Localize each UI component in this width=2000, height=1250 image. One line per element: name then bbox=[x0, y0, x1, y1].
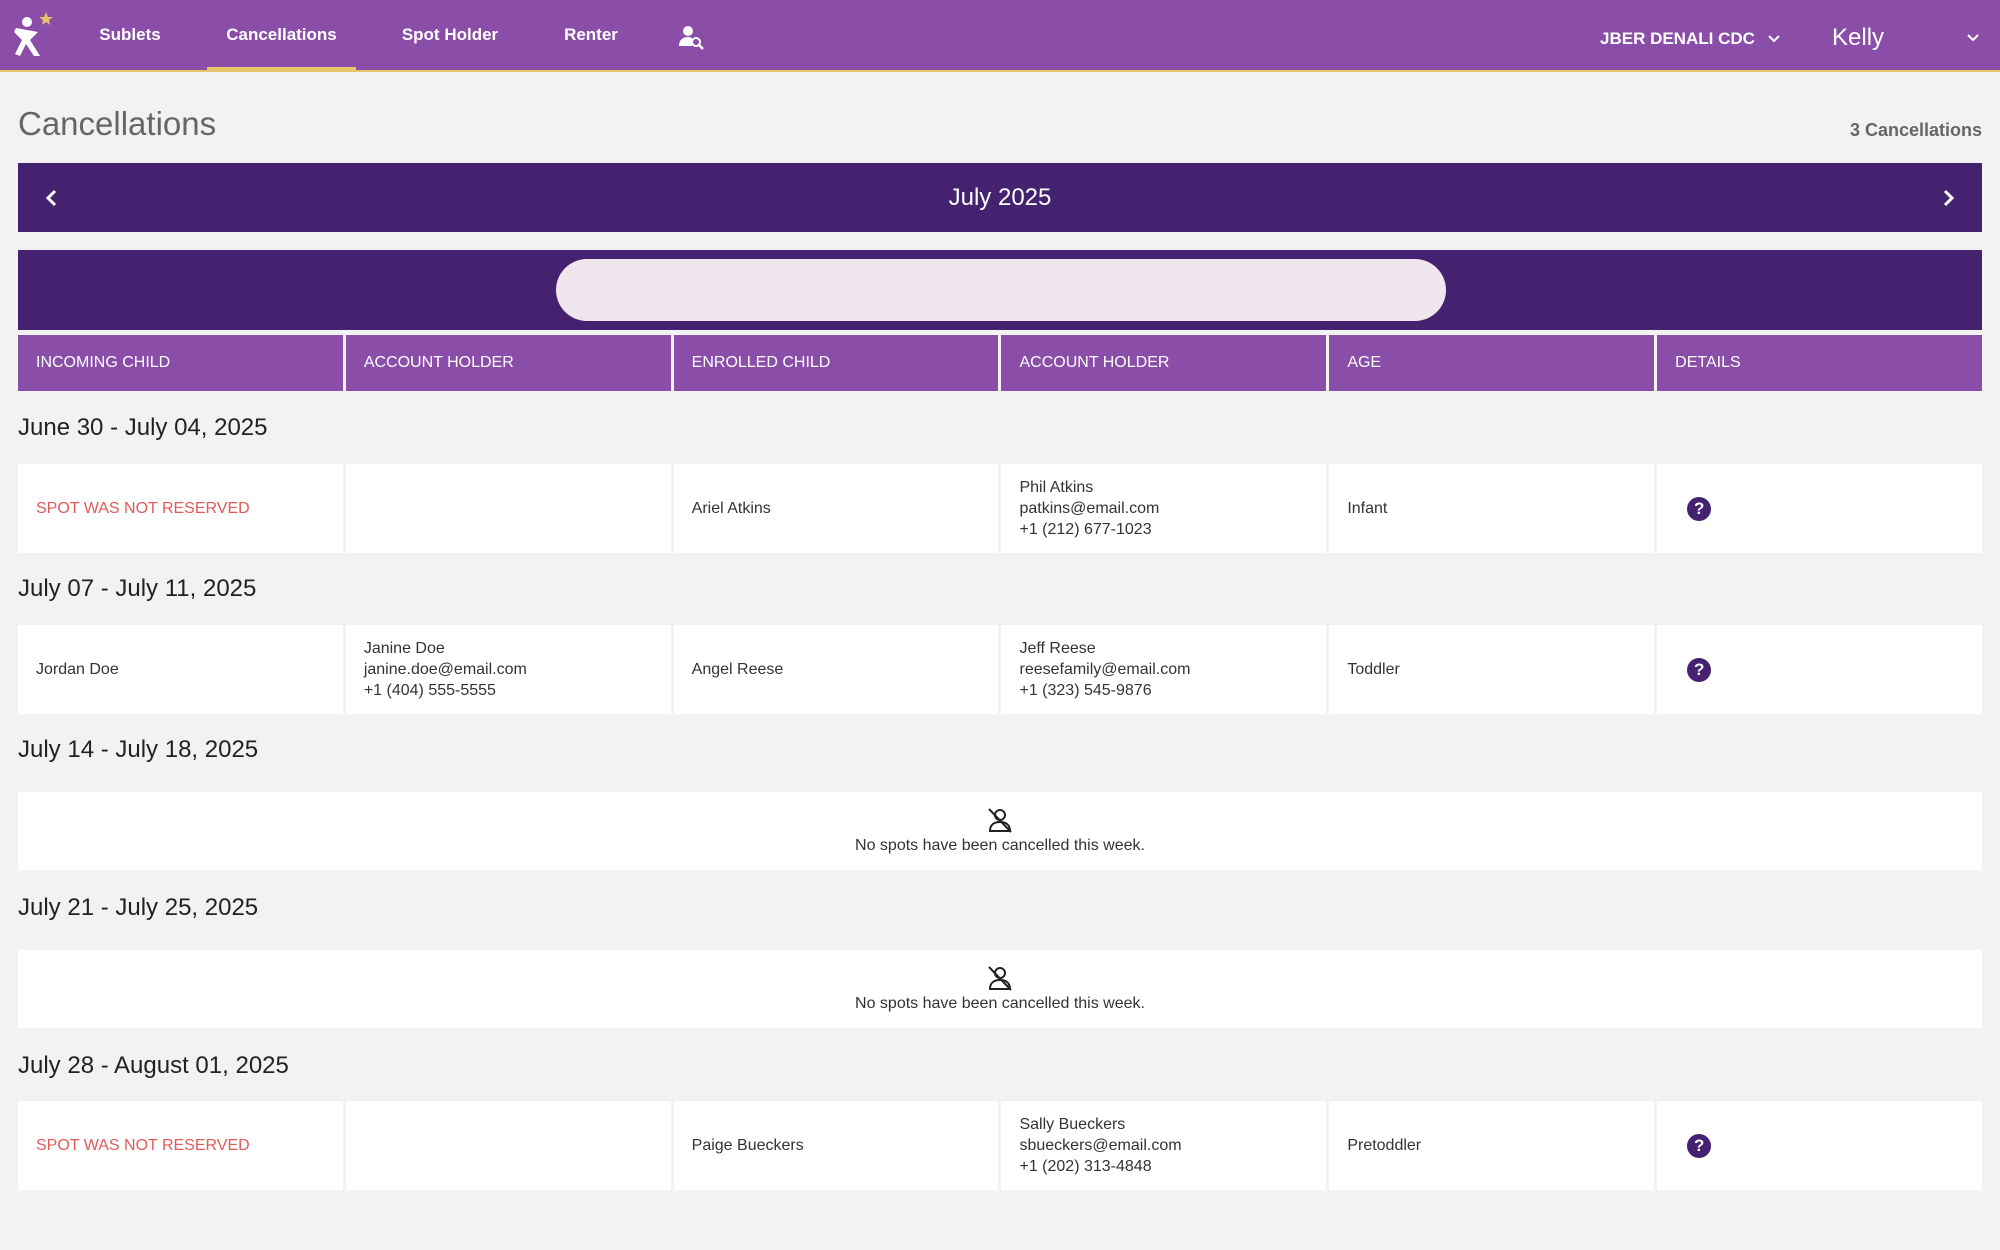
spot-not-reserved-label: SPOT WAS NOT RESERVED bbox=[36, 1136, 250, 1154]
enrolled-child-cell: Paige Bueckers bbox=[673, 1101, 999, 1190]
holder-email[interactable]: janine.doe@email.com bbox=[364, 659, 671, 680]
enrolled-child-name: Paige Bueckers bbox=[691, 1136, 804, 1154]
tab-cancellations[interactable]: Cancellations bbox=[207, 0, 356, 72]
holder-phone[interactable]: +1 (323) 545-9876 bbox=[1019, 680, 1326, 701]
week-label: June 30 - July 04, 2025 bbox=[18, 414, 268, 441]
holder-name: Janine Doe bbox=[363, 640, 445, 657]
table-row: SPOT WAS NOT RESERVED Ariel Atkins Phil … bbox=[18, 464, 1982, 553]
column-header-details: Details bbox=[1657, 335, 1982, 391]
holder-phone[interactable]: +1 (202) 313-4848 bbox=[1019, 1156, 1326, 1177]
holder-name: Sally Bueckers bbox=[1019, 1116, 1126, 1133]
enrolled-account-holder-cell: Jeff Reese reesefamily@email.com +1 (323… bbox=[1001, 625, 1327, 714]
next-month-button[interactable] bbox=[1930, 180, 1966, 216]
tab-sublets[interactable]: Sublets bbox=[86, 0, 174, 70]
incoming-child-cell: SPOT WAS NOT RESERVED bbox=[18, 464, 343, 553]
age-group: Toddler bbox=[1347, 660, 1400, 678]
incoming-child-cell: Jordan Doe bbox=[18, 625, 343, 714]
table-row: Jordan Doe Janine Doe janine.doe@email.c… bbox=[18, 625, 1982, 714]
table-row: SPOT WAS NOT RESERVED Paige Bueckers Sal… bbox=[18, 1101, 1982, 1190]
spot-not-reserved-label: SPOT WAS NOT RESERVED bbox=[36, 499, 250, 517]
column-header-incoming-child: Incoming Child bbox=[18, 335, 343, 391]
incoming-child-cell: SPOT WAS NOT RESERVED bbox=[18, 1101, 343, 1190]
chevron-right-icon bbox=[1943, 189, 1955, 207]
age-cell: Pretoddler bbox=[1329, 1101, 1655, 1190]
center-name: JBER DENALI CDC bbox=[1600, 29, 1755, 48]
holder-phone[interactable]: +1 (404) 555-5555 bbox=[364, 680, 671, 701]
empty-week-row: No spots have been cancelled this week. bbox=[18, 950, 1982, 1028]
no-person-icon bbox=[988, 966, 1012, 991]
help-icon[interactable]: ? bbox=[1687, 1133, 1712, 1158]
incoming-account-holder-cell bbox=[345, 1101, 671, 1190]
month-label: July 2025 bbox=[948, 183, 1052, 211]
holder-name: Jeff Reese bbox=[1019, 640, 1096, 657]
app-logo[interactable] bbox=[10, 10, 54, 60]
holder-email[interactable]: reesefamily@email.com bbox=[1019, 659, 1326, 680]
cancellation-count: 3 Cancellations bbox=[1849, 120, 1982, 140]
month-navigator: July 2025 bbox=[18, 163, 1982, 232]
enrolled-child-name: Angel Reese bbox=[691, 660, 784, 678]
details-cell: ? bbox=[1657, 625, 1982, 714]
enrolled-account-holder-cell: Phil Atkins patkins@email.com +1 (212) 6… bbox=[1001, 464, 1327, 553]
holder-email[interactable]: sbueckers@email.com bbox=[1019, 1135, 1326, 1156]
person-search-icon[interactable] bbox=[676, 22, 706, 52]
column-header-enrolled-child: Enrolled Child bbox=[673, 335, 999, 391]
page-title: Cancellations bbox=[18, 105, 217, 142]
tab-renter[interactable]: Renter bbox=[552, 0, 630, 70]
details-cell: ? bbox=[1657, 464, 1982, 553]
enrolled-child-cell: Ariel Atkins bbox=[673, 464, 999, 553]
search-input[interactable] bbox=[556, 259, 1446, 321]
incoming-child-name: Jordan Doe bbox=[36, 660, 119, 678]
no-person-icon bbox=[988, 808, 1012, 833]
week-label: July 14 - July 18, 2025 bbox=[18, 736, 259, 763]
details-cell: ? bbox=[1657, 1101, 1982, 1190]
user-name: Kelly bbox=[1832, 24, 1885, 51]
help-icon[interactable]: ? bbox=[1687, 496, 1712, 521]
age-group: Infant bbox=[1347, 499, 1388, 517]
empty-week-message: No spots have been cancelled this week. bbox=[855, 837, 1145, 854]
week-label: July 28 - August 01, 2025 bbox=[18, 1052, 289, 1079]
incoming-account-holder-cell: Janine Doe janine.doe@email.com +1 (404)… bbox=[345, 625, 671, 714]
enrolled-child-name: Ariel Atkins bbox=[691, 499, 771, 517]
column-header-account-holder: Account Holder bbox=[1001, 335, 1327, 391]
holder-email[interactable]: patkins@email.com bbox=[1019, 498, 1326, 519]
age-cell: Toddler bbox=[1329, 625, 1655, 714]
age-cell: Infant bbox=[1329, 464, 1655, 553]
chevron-down-icon bbox=[1967, 34, 1979, 42]
help-icon[interactable]: ? bbox=[1687, 657, 1712, 682]
empty-week-message: No spots have been cancelled this week. bbox=[855, 995, 1145, 1012]
holder-phone[interactable]: +1 (212) 677-1023 bbox=[1019, 519, 1326, 540]
week-label: July 07 - July 11, 2025 bbox=[18, 575, 257, 602]
incoming-account-holder-cell bbox=[345, 464, 671, 553]
top-nav-bar: Sublets Cancellations Spot Holder Renter… bbox=[0, 0, 2000, 72]
enrolled-child-cell: Angel Reese bbox=[673, 625, 999, 714]
week-label: July 21 - July 25, 2025 bbox=[18, 894, 259, 921]
center-selector[interactable]: JBER DENALI CDC bbox=[1600, 24, 1781, 54]
column-header-age: Age bbox=[1329, 335, 1655, 391]
user-menu[interactable]: Kelly bbox=[1832, 20, 1980, 56]
tab-spot-holder[interactable]: Spot Holder bbox=[390, 0, 510, 70]
empty-week-row: No spots have been cancelled this week. bbox=[18, 792, 1982, 870]
column-header-account-holder: Account Holder bbox=[345, 335, 671, 391]
enrolled-account-holder-cell: Sally Bueckers sbueckers@email.com +1 (2… bbox=[1001, 1101, 1327, 1190]
table-header: Incoming Child Account Holder Enrolled C… bbox=[18, 335, 1982, 391]
age-group: Pretoddler bbox=[1347, 1136, 1422, 1154]
search-bar bbox=[18, 250, 1982, 330]
chevron-down-icon bbox=[1768, 35, 1780, 43]
holder-name: Phil Atkins bbox=[1019, 479, 1094, 496]
